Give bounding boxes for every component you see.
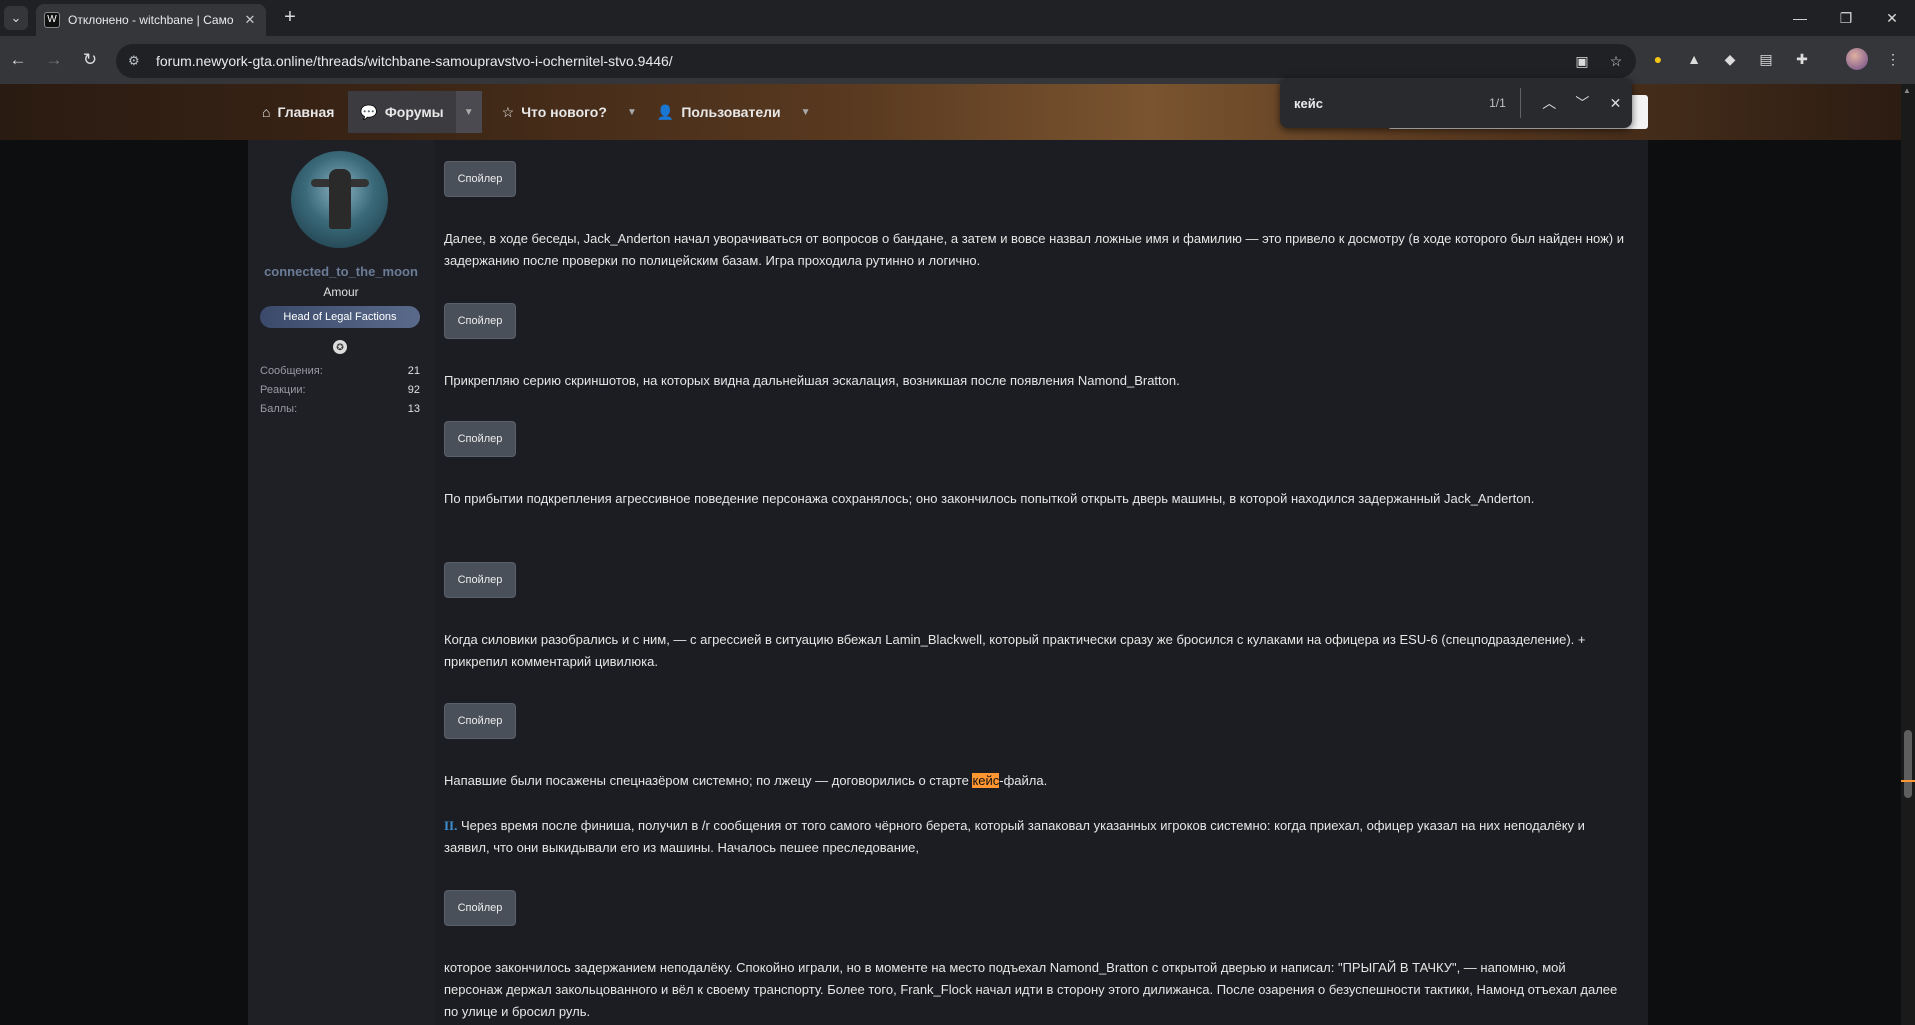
spoiler-button[interactable]: Спойлер xyxy=(444,703,516,739)
stat-label: Сообщения: xyxy=(260,365,323,377)
find-bar: 1/1 ︿ ﹀ ✕ xyxy=(1280,78,1632,128)
spoiler-button[interactable]: Спойлер xyxy=(444,890,516,926)
nav-whats-new-label: Что нового? xyxy=(521,104,607,120)
site-info-icon[interactable]: ⚙ xyxy=(128,53,146,69)
tab-close-icon[interactable]: ✕ xyxy=(242,12,258,28)
browser-menu-icon[interactable]: ⋮ xyxy=(1882,48,1904,70)
stat-reactions: Реакции: 92 xyxy=(260,384,420,396)
extension-1-icon[interactable]: ● xyxy=(1647,48,1669,70)
nav-members[interactable]: 👤 Пользователи xyxy=(645,91,793,133)
stat-points: Баллы: 13 xyxy=(260,403,420,415)
spoiler-button[interactable]: Спойлер xyxy=(444,421,516,457)
star-icon: ☆ xyxy=(501,103,515,120)
stat-messages: Сообщения: 21 xyxy=(260,365,420,377)
new-tab-button[interactable]: + xyxy=(278,6,302,30)
nav-home[interactable]: ⌂ Главная xyxy=(250,91,346,133)
page-body: connected_to_the_moon Amour Head of Lega… xyxy=(0,140,1915,1025)
page-translate-icon[interactable]: ▣ xyxy=(1571,50,1593,72)
scroll-up-icon[interactable]: ▲ xyxy=(1903,86,1911,95)
post-paragraph: которое закончилось задержанием неподалё… xyxy=(444,960,1618,1019)
minimize-button[interactable]: — xyxy=(1788,6,1812,30)
find-previous-icon[interactable]: ︿ xyxy=(1533,93,1566,113)
user-title: Amour xyxy=(323,285,359,299)
nav-members-dropdown[interactable]: ▼ xyxy=(793,91,819,133)
reload-button[interactable]: ↻ xyxy=(78,48,102,72)
stat-label: Реакции: xyxy=(260,384,306,396)
site-favicon-icon: W xyxy=(44,12,60,28)
find-input[interactable] xyxy=(1294,95,1469,111)
forward-button[interactable]: → xyxy=(42,48,66,72)
browser-toolbar: ← → ↻ ⚙ forum.newyork-gta.online/threads… xyxy=(0,36,1915,84)
restore-button[interactable]: ❐ xyxy=(1834,6,1858,30)
trophy-badge-icon[interactable]: ✪ xyxy=(333,340,347,354)
paragraph-text: Напавшие были посажены спецназёром систе… xyxy=(444,773,973,788)
back-button[interactable]: ← xyxy=(6,48,30,72)
scrollbar-thumb[interactable] xyxy=(1904,730,1912,798)
spoiler-button[interactable]: Спойлер xyxy=(444,562,516,598)
home-icon: ⌂ xyxy=(262,104,271,120)
close-window-button[interactable]: ✕ xyxy=(1880,6,1904,30)
post-paragraph: По прибытии подкрепления агрессивное пов… xyxy=(444,491,1535,506)
find-divider xyxy=(1519,88,1521,118)
find-next-icon[interactable]: ﹀ xyxy=(1566,93,1599,113)
section-number: II. xyxy=(444,818,458,833)
nav-whats-new[interactable]: ☆ Что нового? xyxy=(490,91,619,133)
nav-members-label: Пользователи xyxy=(681,104,781,120)
user-sidebar: connected_to_the_moon Amour Head of Lega… xyxy=(248,140,434,1025)
user-icon: 👤 xyxy=(656,103,675,120)
extension-3-icon[interactable]: ◆ xyxy=(1719,48,1741,70)
spoiler-button[interactable]: Спойлер xyxy=(444,161,516,197)
tab-title: Отклонено - witchbane | Само xyxy=(68,13,234,27)
nav-forums-label: Форумы xyxy=(384,104,444,120)
post-paragraph: Прикрепляю серию скриншотов, на которых … xyxy=(444,373,1180,388)
forum-post: connected_to_the_moon Amour Head of Lega… xyxy=(248,140,1648,1025)
extension-2-icon[interactable]: ▲ xyxy=(1683,48,1705,70)
page-scrollbar[interactable] xyxy=(1901,84,1915,1025)
user-avatar[interactable] xyxy=(291,151,388,248)
nav-forums[interactable]: 💬 Форумы xyxy=(348,91,456,133)
bookmark-star-icon[interactable]: ☆ xyxy=(1605,50,1627,72)
find-match-count: 1/1 xyxy=(1489,96,1506,110)
nav-home-label: Главная xyxy=(277,104,335,120)
nav-whats-new-dropdown[interactable]: ▼ xyxy=(619,91,645,133)
comments-icon: 💬 xyxy=(360,103,378,120)
extension-4-icon[interactable]: ▤ xyxy=(1755,48,1777,70)
paragraph-text: -файла. xyxy=(999,773,1048,788)
stat-value[interactable]: 13 xyxy=(408,403,420,415)
username-link[interactable]: connected_to_the_moon xyxy=(248,264,434,279)
stat-value[interactable]: 21 xyxy=(408,365,420,377)
find-close-icon[interactable]: ✕ xyxy=(1599,95,1632,112)
tab-search-button[interactable]: ⌄ xyxy=(4,6,28,30)
url-text[interactable]: forum.newyork-gta.online/threads/witchba… xyxy=(156,53,673,69)
profile-avatar[interactable] xyxy=(1846,48,1868,70)
post-paragraph: Далее, в ходе беседы, Jack_Anderton нача… xyxy=(444,231,1624,268)
post-paragraph: Напавшие были посажены спецназёром систе… xyxy=(444,770,1624,792)
stat-value[interactable]: 92 xyxy=(408,384,420,396)
find-highlight: кейс xyxy=(972,773,1000,788)
active-tab[interactable]: W Отклонено - witchbane | Само ✕ xyxy=(36,4,266,36)
paragraph-text: Через время после финиша, получил в /r с… xyxy=(444,818,1585,855)
find-match-marker xyxy=(1901,780,1915,782)
nav-forums-dropdown[interactable]: ▼ xyxy=(455,91,482,133)
extensions-puzzle-icon[interactable]: ✚ xyxy=(1791,48,1813,70)
stat-label: Баллы: xyxy=(260,403,298,415)
post-paragraph: II. Через время после финиша, получил в … xyxy=(444,815,1624,859)
user-banner: Head of Legal Factions xyxy=(260,306,420,328)
post-paragraph: Когда силовики разобрались и с ним, — с … xyxy=(444,632,1586,669)
spoiler-button[interactable]: Спойлер xyxy=(444,303,516,339)
tab-bar: ⌄ W Отклонено - witchbane | Само ✕ + — ❐… xyxy=(0,0,1915,36)
address-bar[interactable]: ⚙ forum.newyork-gta.online/threads/witch… xyxy=(116,44,1636,78)
